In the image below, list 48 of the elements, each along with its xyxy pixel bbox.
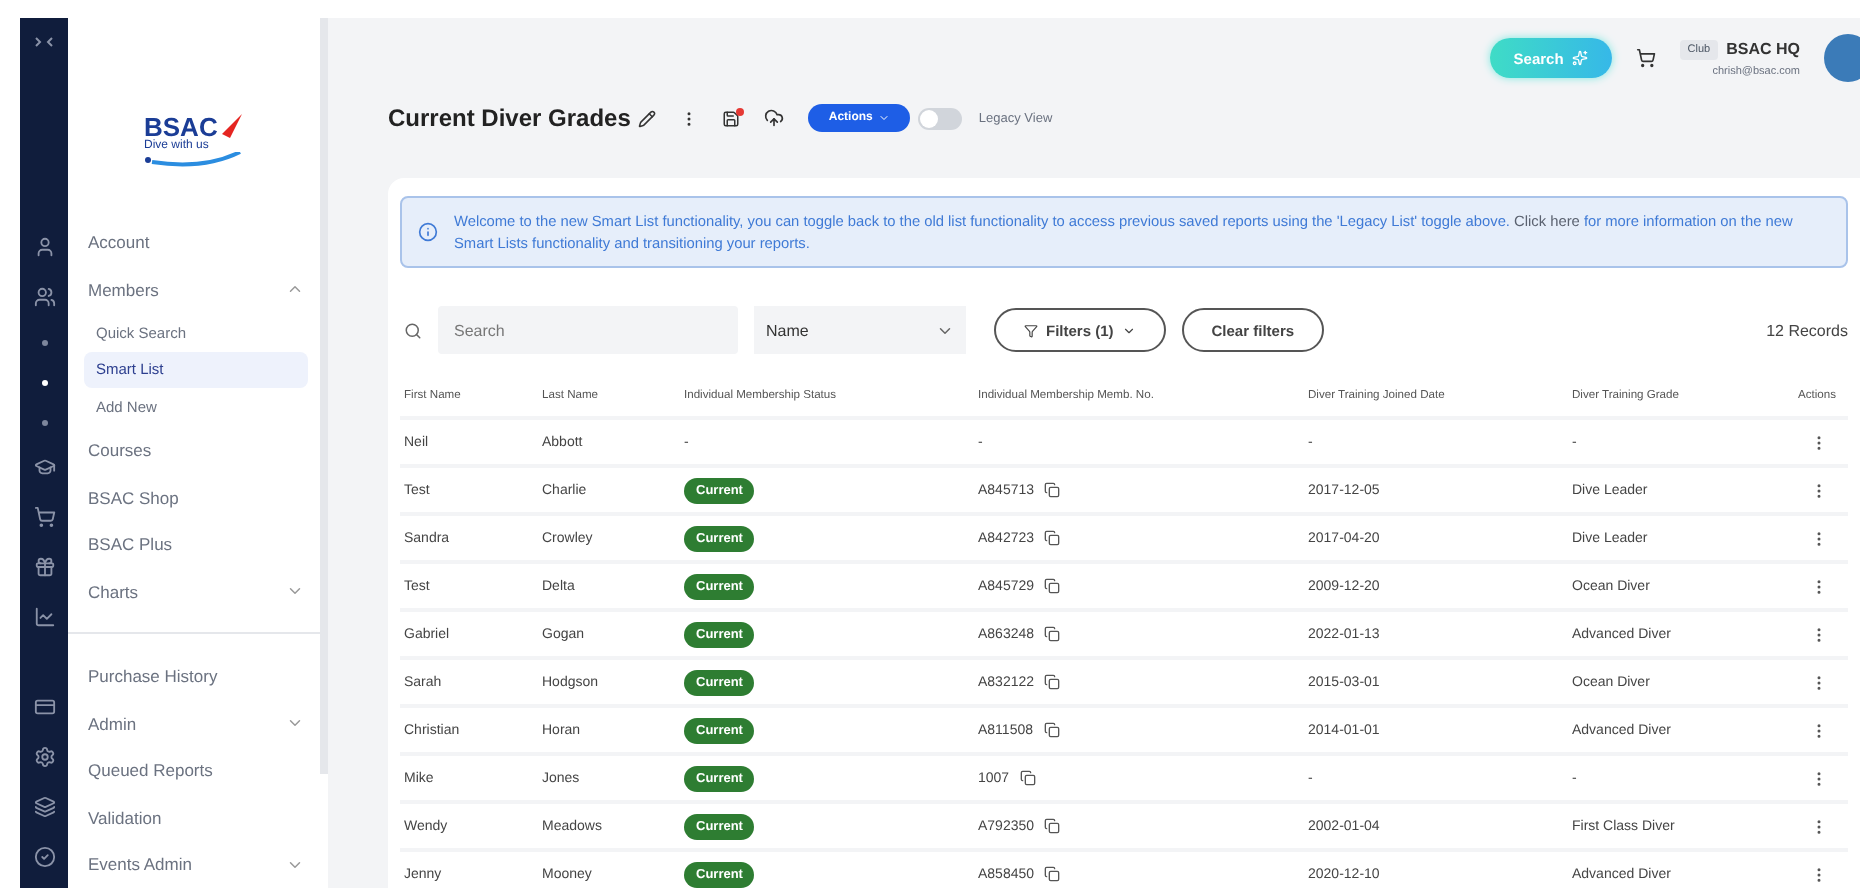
- nav-icon[interactable]: [33, 556, 55, 578]
- nav-item[interactable]: Members: [76, 267, 274, 312]
- nav-icon[interactable]: [33, 846, 55, 868]
- nav-icon[interactable]: [33, 456, 55, 478]
- sparkle-icon: [1571, 50, 1588, 66]
- filter-icon: [1024, 323, 1038, 337]
- nav-item[interactable]: Admin: [76, 701, 274, 746]
- nav-item[interactable]: BSAC Shop: [76, 475, 308, 520]
- club-name: BSAC HQ: [1726, 40, 1800, 58]
- nav-icon[interactable]: [33, 796, 55, 818]
- nav-item[interactable]: Courses: [76, 428, 308, 472]
- search-icon: [404, 321, 422, 339]
- nav-item[interactable]: Account: [76, 220, 308, 265]
- field-select[interactable]: Name: [754, 306, 966, 354]
- cart-icon[interactable]: [1635, 48, 1656, 68]
- nav-item[interactable]: Validation: [76, 795, 308, 840]
- info-icon: [418, 222, 438, 242]
- nav-icon[interactable]: [33, 696, 55, 718]
- page-title: Current Diver Grades: [388, 104, 631, 132]
- caret-icon: [1121, 323, 1136, 337]
- copy-icon[interactable]: [1044, 530, 1061, 546]
- copy-icon[interactable]: [1043, 722, 1060, 738]
- pencil-icon[interactable]: [638, 109, 657, 127]
- copy-icon[interactable]: [1044, 482, 1061, 498]
- caret-icon: [878, 112, 891, 124]
- nav-icon[interactable]: [33, 606, 55, 628]
- nav-item[interactable]: Purchase History: [76, 654, 308, 699]
- copy-icon[interactable]: [1044, 818, 1061, 834]
- nav-icon[interactable]: [33, 236, 55, 258]
- avatar[interactable]: [1824, 34, 1860, 82]
- nav-icon[interactable]: [33, 506, 55, 528]
- nav-icon[interactable]: [33, 746, 55, 768]
- copy-icon[interactable]: [1044, 866, 1061, 882]
- collapse-icon[interactable]: [34, 36, 54, 48]
- nav-icon[interactable]: [33, 286, 55, 308]
- copy-icon[interactable]: [1044, 626, 1061, 642]
- copy-icon[interactable]: [1044, 578, 1061, 594]
- record-count: 12 Records: [1766, 321, 1848, 339]
- nav-item[interactable]: Queued Reports: [76, 748, 308, 793]
- legacy-toggle[interactable]: [918, 107, 963, 129]
- nav-item[interactable]: BSAC Plus: [76, 522, 308, 567]
- search-field[interactable]: Search: [438, 306, 738, 354]
- save-icon[interactable]: [722, 109, 741, 127]
- nav-item[interactable]: Charts: [76, 569, 274, 614]
- cloud-upload-icon[interactable]: [764, 108, 785, 128]
- copy-icon[interactable]: [1019, 770, 1036, 786]
- copy-icon[interactable]: [1044, 674, 1061, 690]
- nav-item[interactable]: Events Admin: [76, 842, 274, 887]
